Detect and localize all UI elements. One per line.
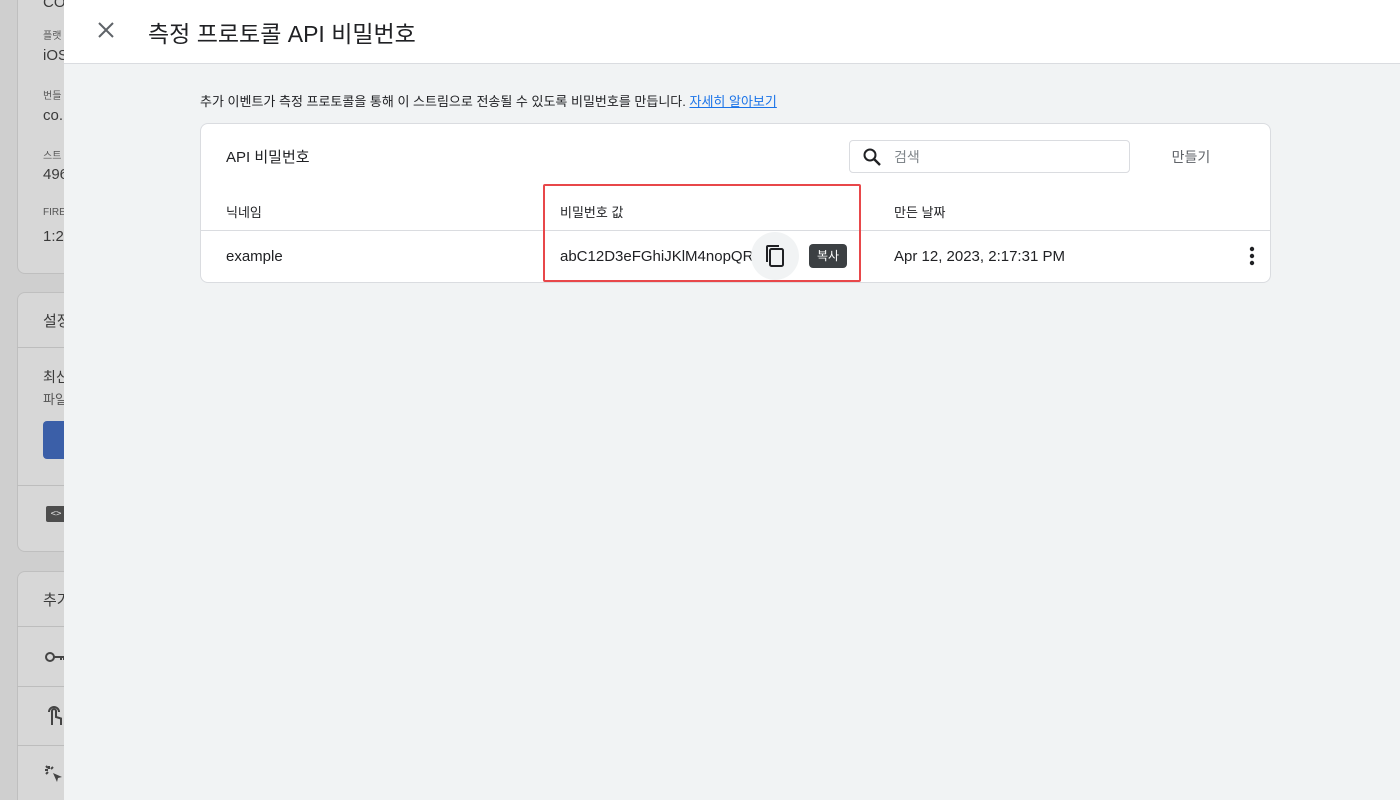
background-card-title: 설정 xyxy=(43,313,64,330)
column-header-secret-value[interactable]: 비밀번호 값 xyxy=(560,202,623,221)
cell-secret-value: abC12D3eFGhiJKlM4nopQR xyxy=(560,248,754,265)
api-secrets-panel: 측정 프로토콜 API 비밀번호 추가 이벤트가 측정 프로토콜을 통해 이 스… xyxy=(64,0,1400,800)
cell-nickname: example xyxy=(226,248,283,265)
background-caption: 파일 xyxy=(43,392,64,407)
background-subtitle: 최신 xyxy=(43,369,64,385)
close-button[interactable] xyxy=(90,14,122,46)
background-value: iOS xyxy=(43,47,64,64)
panel-title: 측정 프로토콜 API 비밀번호 xyxy=(148,21,416,47)
code-icon: <> xyxy=(46,506,64,522)
column-header-nickname[interactable]: 닉네임 xyxy=(226,202,262,221)
copy-tooltip: 복사 xyxy=(809,244,848,268)
background-card-title: 추가 xyxy=(43,592,64,609)
api-secrets-card: API 비밀번호 만들기 닉네임 비밀번호 값 만든 날짜 example ab… xyxy=(200,123,1271,283)
background-label: 스트 xyxy=(43,151,62,162)
search-icon xyxy=(862,147,882,167)
cursor-click-icon xyxy=(45,765,62,782)
more-vert-icon xyxy=(1249,246,1255,266)
background-divider xyxy=(17,347,64,348)
background-divider xyxy=(17,745,64,746)
background-value: co. xyxy=(43,107,64,124)
close-icon xyxy=(98,22,114,38)
background-divider xyxy=(17,485,64,486)
background-value: 1:2 xyxy=(43,228,64,245)
background-value: 496 xyxy=(43,166,64,183)
create-button[interactable]: 만들기 xyxy=(1156,140,1226,173)
touch-icon xyxy=(48,706,62,725)
more-options-button[interactable] xyxy=(1237,244,1267,268)
background-label: FIRE xyxy=(43,207,64,218)
card-title: API 비밀번호 xyxy=(226,149,310,166)
copy-button[interactable] xyxy=(751,232,799,280)
cell-created-date: Apr 12, 2023, 2:17:31 PM xyxy=(894,248,1065,265)
column-header-created-date[interactable]: 만든 날짜 xyxy=(894,202,945,221)
copy-icon xyxy=(766,245,784,267)
learn-more-link[interactable]: 자세히 알아보기 xyxy=(690,94,777,109)
background-label: 플랫 xyxy=(43,31,62,42)
key-icon xyxy=(45,652,64,662)
background-top-text: CO xyxy=(43,0,64,11)
search-input[interactable] xyxy=(894,148,1114,165)
background-divider xyxy=(17,686,64,687)
description-text: 추가 이벤트가 측정 프로토콜을 통해 이 스트림으로 전송될 수 있도록 비밀… xyxy=(200,94,686,109)
table-row: example abC12D3eFGhiJKlM4nopQR 복사 Apr 12… xyxy=(201,231,1270,282)
search-box[interactable] xyxy=(849,140,1130,173)
background-divider xyxy=(17,626,64,627)
background-button xyxy=(43,421,64,459)
background-label: 번들 xyxy=(43,91,62,102)
background-page: CO 플랫 iOS 번들 co. 스트 496 FIRE 1:2 설정 최신 파… xyxy=(0,0,64,800)
panel-header: 측정 프로토콜 API 비밀번호 xyxy=(64,0,1400,64)
description: 추가 이벤트가 측정 프로토콜을 통해 이 스트림으로 전송될 수 있도록 비밀… xyxy=(200,91,777,110)
